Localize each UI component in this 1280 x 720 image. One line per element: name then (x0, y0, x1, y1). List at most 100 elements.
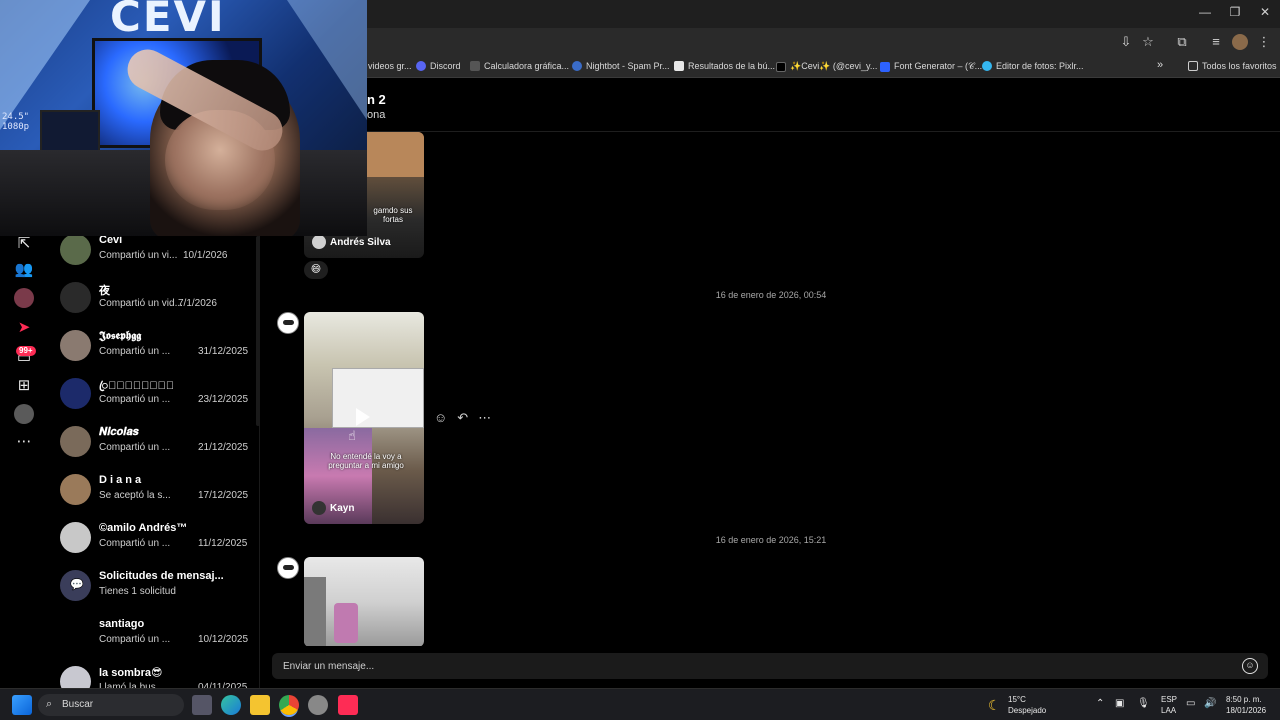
bookmark-item[interactable]: ✨Cevi✨ (@cevi_y... (776, 61, 877, 72)
chat-header: n 2 ona (367, 78, 1280, 132)
conversation-date: 23/12/2025 (198, 394, 249, 405)
conversation-item[interactable]: 𝑵𝒊𝒄𝒐𝒍𝒂𝒔 Compartió un ... 21/12/2025 (60, 426, 255, 470)
bookmark-item[interactable]: Discord (416, 61, 461, 71)
conversation-date: 11/12/2025 (198, 538, 248, 549)
bookmark-item[interactable]: Resultados de la bú... (674, 61, 775, 71)
edge-icon[interactable] (221, 695, 241, 715)
friends-icon[interactable]: 👥 (14, 260, 34, 280)
all-favorites-button[interactable]: Todos los favoritos (1188, 61, 1277, 71)
video-caption: No entendé la voy a preguntar a mi amigo (328, 452, 404, 470)
tray-overflow-icon[interactable]: ⌃ (1096, 698, 1104, 709)
conversation-name: 夜 (99, 285, 110, 297)
chat-subtitle: ona (367, 109, 386, 121)
play-icon[interactable] (356, 408, 370, 426)
bookmark-item[interactable]: Calculadora gráfica... (470, 61, 569, 71)
author-avatar (312, 501, 326, 515)
monitor-label: 24.5" 1080p (2, 112, 30, 132)
document-icon (674, 61, 684, 71)
conversation-avatar (60, 282, 91, 313)
conversation-avatar (60, 474, 91, 505)
conversation-list: Cevi Compartió un vi... 10/1/2026 夜 Comparti… (48, 236, 260, 688)
conversation-date: 10/12/2025 (198, 634, 249, 645)
message-input[interactable] (283, 653, 1223, 679)
chat-messages: gamdo sus fortas Andrés Silva 😄 16 de en… (262, 132, 1280, 646)
send-icon[interactable]: ➤ (14, 318, 34, 338)
stream-logo: CEVI (110, 0, 226, 41)
file-explorer-icon[interactable] (250, 695, 270, 715)
taskbar-search[interactable]: ⌕ Buscar (38, 694, 184, 716)
conversation-date: 21/12/2025 (198, 442, 249, 453)
bookmarks-more-button[interactable]: » (1157, 59, 1163, 71)
media-icon[interactable]: ≡ (1208, 34, 1224, 50)
weather-icon: ☾ (988, 697, 1001, 713)
live-avatar-icon[interactable] (14, 288, 34, 308)
conversation-item[interactable]: Cevi Compartió un vi... 10/1/2026 (60, 236, 255, 278)
conversation-name: Cevi (99, 236, 123, 246)
minimize-button[interactable]: — (1190, 5, 1220, 19)
more-icon[interactable]: ⋯ (14, 432, 34, 452)
tray-app-icon[interactable]: ▣ (1115, 698, 1124, 709)
clock-date[interactable]: 18/01/2026 (1226, 706, 1266, 715)
profile-icon[interactable] (14, 404, 34, 424)
microphone-icon[interactable]: 🎙 (1137, 698, 1150, 709)
upload-icon[interactable]: ⊞ (14, 376, 34, 396)
video-author: Andrés Silva (312, 235, 391, 249)
conversation-item[interactable]: 夜 Compartió un vid... 7/1/2026 (60, 282, 255, 326)
windows-start-icon[interactable] (12, 695, 32, 715)
conversation-preview: Compartió un ... (99, 538, 171, 549)
conversation-preview: Compartió un ... (99, 442, 171, 453)
language-code[interactable]: ESP (1161, 695, 1177, 704)
conversation-item[interactable]: ©amilo Andrés™ Compartió un ... 11/12/2025 (60, 522, 255, 566)
conversation-avatar (60, 666, 91, 688)
bookmark-item[interactable]: Font Generator – (𝒞... (880, 61, 982, 72)
close-button[interactable]: ✕ (1250, 5, 1280, 19)
conversation-item[interactable]: santiago Compartió un ... 10/12/2025 (60, 618, 255, 662)
sender-avatar (277, 557, 299, 579)
weather-temp: 15°C (1008, 695, 1026, 704)
restore-button[interactable]: ❐ (1220, 5, 1250, 19)
more-options-icon[interactable]: ⋯ (478, 410, 491, 426)
react-icon[interactable]: ☺ (434, 410, 447, 426)
conversation-item[interactable]: 𝕵𝖔𝖘𝖊𝖕𝖍𝖌𝖌 Compartió un ... 31/12/2025 (60, 330, 255, 374)
obs-icon[interactable] (308, 695, 328, 715)
install-app-icon[interactable]: ⇩ (1118, 34, 1134, 50)
star-icon[interactable]: ☆ (1140, 34, 1156, 50)
emoji-icon[interactable]: ☺ (1242, 658, 1258, 674)
conversation-date: 10/1/2026 (183, 250, 228, 261)
conversation-avatar (60, 378, 91, 409)
conversation-name: 𝕵𝖔𝖘𝖊𝖕𝖍𝖌𝖌 (99, 330, 142, 342)
task-view-icon[interactable] (192, 695, 212, 715)
message-actions: ☺ ↶ ⋯ (434, 410, 491, 426)
clock-time[interactable]: 8:50 p. m. (1226, 695, 1262, 704)
conversation-list-scrollbar[interactable] (256, 236, 260, 426)
search-icon: ⌕ (46, 698, 53, 710)
volume-icon[interactable]: 🔊 (1204, 698, 1216, 709)
conversation-name: la sombra😎 (99, 667, 163, 679)
following-icon[interactable]: ⇱ (14, 234, 34, 254)
conversation-avatar (60, 236, 91, 265)
windows-taskbar: ⌕ Buscar ☾ 15°C Despejado ⌃ ▣ 🎙 ESP LAA … (0, 688, 1280, 720)
profile-avatar-icon[interactable] (1232, 34, 1248, 50)
menu-icon[interactable]: ⋮ (1256, 34, 1272, 50)
conversation-avatar (60, 330, 91, 361)
conversation-item[interactable]: ꦿ𝐑𝐀𝐍𝐃𝐀𝐋𝐋ꦿ Compartió un ... 23/12/2025 (60, 378, 255, 422)
bookmark-item[interactable]: Nightbot - Spam Pr... (572, 61, 670, 71)
video-caption: gamdo sus fortas (373, 206, 413, 224)
reply-icon[interactable]: ↶ (457, 410, 468, 426)
extensions-icon[interactable]: ⧉ (1174, 34, 1190, 50)
shared-video-card[interactable] (304, 557, 424, 646)
reaction-badge[interactable]: 😄 (304, 261, 328, 279)
bookmark-item[interactable]: videos gr... (368, 61, 412, 71)
shared-video-card[interactable]: No entendé la voy a preguntar a mi amigo… (304, 312, 424, 524)
conversation-item[interactable]: D i a n a Se aceptó la s... 17/12/2025 (60, 474, 255, 518)
network-icon[interactable]: ▭ (1186, 698, 1195, 709)
message-requests-icon: 💬 (70, 579, 84, 591)
tiktok-app-icon[interactable] (338, 695, 358, 715)
chrome-icon[interactable] (279, 695, 299, 715)
conversation-preview: Compartió un ... (99, 346, 171, 357)
keyboard-layout[interactable]: LAA (1161, 706, 1176, 715)
conversation-item[interactable]: la sombra😎 Llamó la bus... 04/11/2025 (60, 666, 255, 688)
conversation-item[interactable]: Solicitudes de mensaj... Tienes 1 solicit… (60, 570, 255, 614)
conversation-preview: Compartió un vi... (99, 250, 178, 261)
bookmark-item[interactable]: Editor de fotos: Pixlr... (982, 61, 1084, 71)
